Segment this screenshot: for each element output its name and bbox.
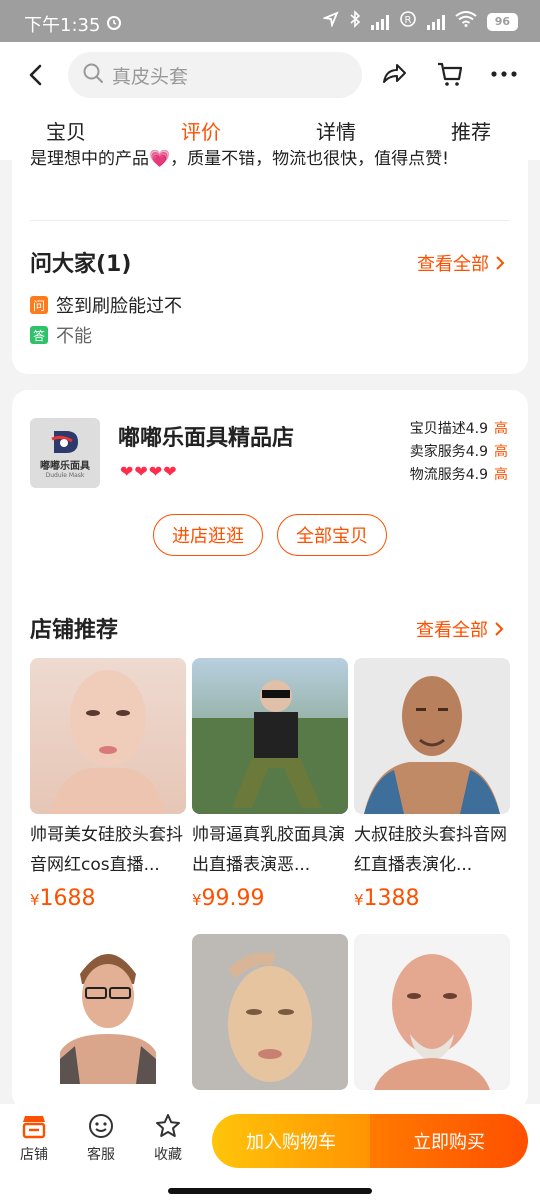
- product-image[interactable]: [192, 658, 348, 814]
- logo-mark: [51, 431, 78, 453]
- product-image[interactable]: [354, 934, 510, 1090]
- product-card[interactable]: [30, 934, 186, 1110]
- shop-scores: 宝贝描述4.9 高 卖家服务4.9 高 物流服务4.9 高: [410, 418, 508, 487]
- qa-title[interactable]: 问大家(1): [30, 246, 131, 278]
- product-image[interactable]: [30, 934, 186, 1090]
- home-indicator[interactable]: [168, 1188, 372, 1194]
- store-label: 店铺: [20, 1147, 48, 1163]
- search-placeholder: 真皮头套: [112, 65, 189, 88]
- review-snippet[interactable]: 是理想中的产品💗，质量不错，物流也很快，值得点赞!: [30, 150, 510, 174]
- star-icon: [156, 1114, 180, 1137]
- shop-logo[interactable]: 嘟嘟乐面具 Dudule Mask: [30, 418, 100, 488]
- logo-subtext: Dudule Mask: [45, 472, 85, 479]
- product-price: ¥1388: [354, 886, 420, 911]
- product-card[interactable]: 大叔硅胶头套抖音网红直播表演化... ¥1388: [354, 658, 510, 911]
- buy-now-button[interactable]: 立即购买: [370, 1114, 528, 1168]
- product-name: 帅哥美女硅胶头套抖音网红cos直播...: [30, 825, 183, 875]
- product-card[interactable]: 帅哥逼真乳胶面具演出直播表演恶... ¥99.99: [192, 658, 348, 911]
- question-text: 签到刷脸能过不: [56, 296, 182, 317]
- product-price: ¥1688: [30, 886, 96, 911]
- qa-view-all-link[interactable]: 查看全部: [417, 250, 505, 276]
- location-icon: [321, 11, 339, 32]
- product-card[interactable]: [192, 934, 348, 1110]
- enter-shop-button[interactable]: 进店逛逛: [153, 514, 263, 556]
- score-row: 卖家服务4.9 高: [409, 444, 508, 460]
- tab-details[interactable]: 详情: [316, 116, 356, 145]
- alarm-icon: [105, 13, 123, 36]
- chevron-right-icon: [496, 256, 505, 270]
- bottom-action-bar: 店铺 客服 收藏 加入购物车 立即购买: [0, 1104, 540, 1200]
- search-icon: [82, 62, 104, 89]
- recommend-view-all-link[interactable]: 查看全部: [416, 616, 504, 642]
- more-icon[interactable]: [490, 60, 518, 88]
- search-input[interactable]: 真皮头套: [68, 52, 362, 98]
- shop-rating-hearts: ❤❤❤❤: [120, 462, 178, 481]
- view-all-label: 查看全部: [417, 254, 489, 275]
- answer-badge: 答: [30, 326, 48, 344]
- signal-icon: [370, 14, 389, 30]
- clock-time: 下午1:35: [24, 15, 101, 36]
- all-items-button[interactable]: 全部宝贝: [277, 514, 387, 556]
- review-qa-card: 是理想中的产品💗，质量不错，物流也很快，值得点赞! 问大家(1) 查看全部 问 …: [12, 150, 528, 374]
- signal-icon-2: [426, 14, 445, 30]
- product-card[interactable]: 帅哥美女硅胶头套抖音网红cos直播... ¥1688: [30, 658, 186, 911]
- product-card[interactable]: [354, 934, 510, 1110]
- product-image[interactable]: [354, 658, 510, 814]
- score-row: 物流服务4.9 高: [409, 467, 508, 483]
- cart-icon[interactable]: [436, 60, 464, 88]
- product-name: 大叔硅胶头套抖音网红直播表演化...: [354, 825, 507, 875]
- favorite-nav-button[interactable]: 收藏: [140, 1112, 196, 1164]
- service-nav-button[interactable]: 客服: [73, 1112, 129, 1164]
- top-header: 真皮头套 宝贝 评价 详情 推荐: [0, 42, 540, 160]
- service-label: 客服: [87, 1147, 115, 1163]
- recommend-title: 店铺推荐: [30, 618, 119, 643]
- qa-answer[interactable]: 答 不能: [30, 322, 92, 348]
- qa-question[interactable]: 问 签到刷脸能过不: [30, 292, 182, 318]
- tab-item[interactable]: 宝贝: [46, 116, 86, 145]
- back-arrow-icon[interactable]: [24, 62, 50, 88]
- chevron-right-icon: [495, 622, 504, 636]
- store-nav-button[interactable]: 店铺: [6, 1112, 62, 1164]
- customer-service-icon: [89, 1114, 113, 1138]
- tab-recommend[interactable]: 推荐: [451, 116, 491, 145]
- view-all-label: 查看全部: [416, 620, 488, 641]
- product-image[interactable]: [30, 658, 186, 814]
- battery-indicator: 96: [486, 12, 518, 31]
- product-price: ¥99.99: [192, 886, 265, 911]
- shop-card: 嘟嘟乐面具 Dudule Mask 嘟嘟乐面具精品店 ❤❤❤❤ 宝贝描述4.9 高…: [12, 390, 528, 1110]
- question-badge: 问: [30, 296, 48, 314]
- add-to-cart-button[interactable]: 加入购物车: [212, 1114, 370, 1168]
- svg-text:R: R: [404, 15, 411, 26]
- product-image[interactable]: [192, 934, 348, 1090]
- score-row: 宝贝描述4.9 高: [409, 421, 508, 437]
- tab-reviews[interactable]: 评价: [181, 116, 221, 145]
- roaming-icon: R: [399, 10, 417, 33]
- store-icon: [22, 1116, 46, 1139]
- shop-name[interactable]: 嘟嘟乐面具精品店: [118, 420, 294, 452]
- divider: [30, 220, 510, 221]
- share-icon[interactable]: [380, 60, 408, 88]
- logo-text: 嘟嘟乐面具: [40, 461, 90, 472]
- favorite-label: 收藏: [154, 1147, 182, 1163]
- status-bar: 下午1:35 R 96: [0, 0, 540, 42]
- product-name: 帅哥逼真乳胶面具演出直播表演恶...: [192, 825, 345, 875]
- wifi-icon: [455, 11, 477, 32]
- bluetooth-icon: [349, 10, 361, 33]
- answer-text: 不能: [56, 326, 92, 347]
